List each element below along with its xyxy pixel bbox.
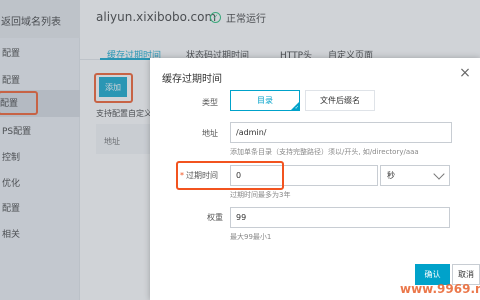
address-input[interactable]: /admin/ <box>230 122 452 143</box>
cache-expire-dialog: 缓存过期时间 × 类型 目录 ✓ 文件后缀名 地址 /admin/ 添加单条目录… <box>150 58 480 300</box>
expire-time-label-text: 过期时间 <box>186 171 218 180</box>
address-value: /admin/ <box>236 128 267 137</box>
expire-hint: 过期时间最多为3年 <box>230 191 291 199</box>
expire-time-value: 0 <box>236 171 242 180</box>
type-option-label: 目录 <box>257 96 273 105</box>
type-option-file-suffix[interactable]: 文件后缀名 <box>305 90 375 111</box>
required-asterisk: * <box>180 171 184 180</box>
close-icon[interactable]: × <box>458 66 472 80</box>
expire-time-input[interactable]: 0 <box>230 165 378 186</box>
weight-input[interactable]: 99 <box>230 207 450 228</box>
watermark: www.9969.n <box>400 282 480 296</box>
type-label: 类型 <box>202 98 218 107</box>
weight-label: 权重 <box>207 213 223 222</box>
dialog-title: 缓存过期时间 <box>162 74 222 85</box>
weight-hint: 最大99最小1 <box>230 233 272 241</box>
chevron-down-icon <box>433 168 445 180</box>
address-hint: 添加单条目录（支持完整路径）须以/开头, 如/directory/aaa <box>230 148 419 156</box>
weight-value: 99 <box>236 213 247 222</box>
address-label: 地址 <box>202 129 218 138</box>
type-option-directory[interactable]: 目录 ✓ <box>230 90 300 111</box>
check-icon: ✓ <box>294 105 299 111</box>
expire-unit-select[interactable]: 秒 <box>380 165 450 186</box>
expire-unit-value: 秒 <box>387 171 395 180</box>
type-option-label: 文件后缀名 <box>320 96 360 105</box>
expire-time-label: * 过期时间 <box>180 170 218 181</box>
